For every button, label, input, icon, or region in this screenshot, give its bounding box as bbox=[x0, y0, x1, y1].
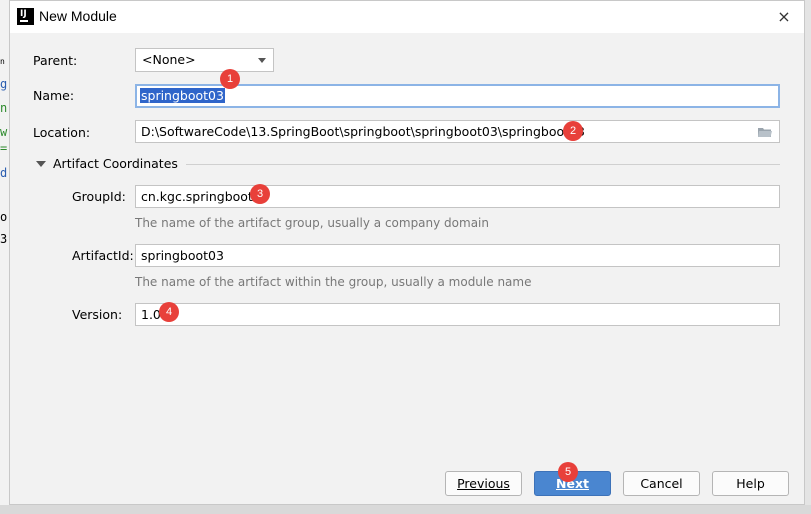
parent-label: Parent: bbox=[33, 53, 78, 68]
groupid-label: GroupId: bbox=[72, 189, 126, 204]
annotation-badge: 2 bbox=[563, 121, 583, 141]
annotation-badge: 1 bbox=[220, 69, 240, 89]
location-input-value: D:\SoftwareCode\13.SpringBoot\springboot… bbox=[141, 124, 585, 139]
artifactid-input[interactable]: springboot03 bbox=[135, 244, 780, 267]
dialog-title: New Module bbox=[39, 8, 117, 24]
background-editor-strip: n g n w = d o 3 bbox=[0, 0, 9, 514]
previous-button-label: Previous bbox=[457, 476, 510, 491]
location-input[interactable]: D:\SoftwareCode\13.SpringBoot\springboot… bbox=[135, 120, 780, 143]
name-label: Name: bbox=[33, 88, 75, 103]
name-input-value: springboot03 bbox=[140, 88, 225, 103]
annotation-badge: 3 bbox=[250, 184, 270, 204]
version-label: Version: bbox=[72, 307, 123, 322]
intellij-logo-icon: IJ bbox=[17, 8, 34, 25]
parent-select[interactable]: <None> bbox=[135, 48, 274, 72]
new-module-dialog: IJ New Module × Parent: <None> Name: spr… bbox=[9, 0, 805, 505]
groupid-input-value: cn.kgc.springboot bbox=[141, 189, 253, 204]
cancel-button[interactable]: Cancel bbox=[623, 471, 700, 496]
bg-char: = bbox=[0, 141, 8, 155]
bg-char: n bbox=[0, 101, 8, 115]
cancel-button-label: Cancel bbox=[640, 476, 683, 491]
artifactid-hint: The name of the artifact within the grou… bbox=[135, 275, 532, 289]
groupid-input[interactable]: cn.kgc.springboot bbox=[135, 185, 780, 208]
background-status-strip bbox=[0, 505, 811, 514]
section-divider bbox=[186, 164, 780, 165]
artifactid-label: ArtifactId: bbox=[72, 248, 134, 263]
help-button[interactable]: Help bbox=[712, 471, 789, 496]
bg-char: 3 bbox=[0, 232, 8, 246]
dialog-titlebar: IJ New Module × bbox=[10, 1, 804, 33]
groupid-hint: The name of the artifact group, usually … bbox=[135, 216, 489, 230]
annotation-badge: 4 bbox=[159, 302, 179, 322]
close-icon[interactable]: × bbox=[772, 5, 796, 29]
collapse-arrow-icon[interactable] bbox=[36, 161, 46, 167]
version-input-value: 1.0 bbox=[141, 307, 161, 322]
folder-icon[interactable] bbox=[758, 127, 772, 137]
bg-char: o bbox=[0, 210, 8, 224]
section-title: Artifact Coordinates bbox=[53, 156, 178, 171]
parent-select-value: <None> bbox=[142, 52, 196, 67]
previous-button[interactable]: Previous bbox=[445, 471, 522, 496]
annotation-badge: 5 bbox=[558, 462, 578, 482]
version-input[interactable]: 1.0 bbox=[135, 303, 780, 326]
bg-char: n bbox=[0, 57, 5, 66]
bg-char: d bbox=[0, 166, 8, 180]
bg-char: w bbox=[0, 125, 8, 139]
artifactid-input-value: springboot03 bbox=[141, 248, 224, 263]
artifact-coordinates-section[interactable]: Artifact Coordinates bbox=[36, 156, 780, 174]
chevron-down-icon bbox=[258, 58, 266, 63]
help-button-label: Help bbox=[736, 476, 765, 491]
bg-char: g bbox=[0, 77, 8, 91]
location-label: Location: bbox=[33, 125, 91, 140]
